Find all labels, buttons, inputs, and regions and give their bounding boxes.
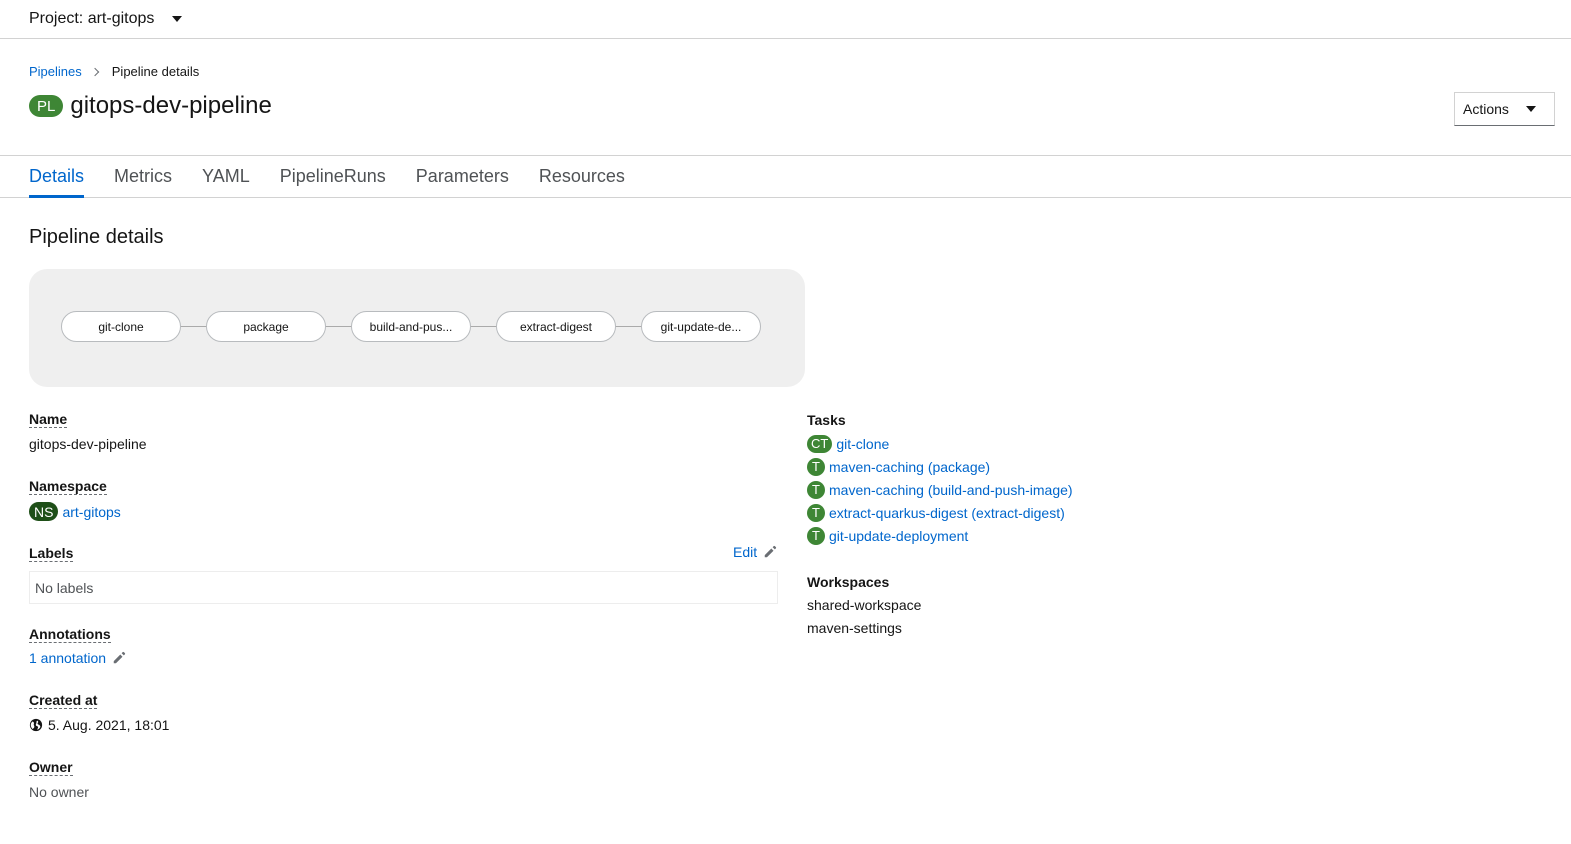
tasks-list: CT git-clone T maven-caching (package) T… [807, 432, 1073, 547]
tab-pipelineruns[interactable]: PipelineRuns [280, 156, 386, 197]
actions-label: Actions [1463, 101, 1509, 117]
graph-node-package[interactable]: package [206, 311, 326, 342]
namespace-value: NS art-gitops [29, 502, 121, 521]
task-badge: T [807, 503, 825, 522]
task-item[interactable]: T maven-caching (build-and-push-image) [807, 478, 1073, 501]
project-label: Project: art-gitops [29, 10, 155, 27]
owner-value: No owner [29, 784, 89, 800]
title-row: PL gitops-dev-pipeline [29, 92, 272, 120]
tab-metrics[interactable]: Metrics [114, 156, 172, 197]
annotations-link: 1 annotation [29, 650, 107, 666]
graph-node-git-update[interactable]: git-update-de... [641, 311, 761, 342]
name-value: gitops-dev-pipeline [29, 436, 147, 452]
task-item[interactable]: T extract-quarkus-digest (extract-digest… [807, 501, 1073, 524]
pipeline-badge: PL [29, 95, 64, 117]
section-title: Pipeline details [29, 226, 164, 248]
tab-parameters[interactable]: Parameters [416, 156, 509, 197]
task-badge: T [807, 480, 825, 499]
breadcrumb: Pipelines Pipeline details [29, 64, 199, 79]
task-badge: T [807, 526, 825, 545]
owner-label: Owner [29, 759, 73, 776]
labels-edit-button[interactable]: Edit [733, 544, 777, 560]
graph-node-extract-digest[interactable]: extract-digest [496, 311, 616, 342]
created-text: 5. Aug. 2021, 18:01 [48, 717, 170, 733]
graph-node-git-clone[interactable]: git-clone [61, 311, 181, 342]
task-item[interactable]: T maven-caching (package) [807, 455, 1073, 478]
page-title: gitops-dev-pipeline [70, 92, 272, 119]
task-link: maven-caching (package) [829, 458, 991, 475]
task-link: git-clone [836, 435, 890, 452]
tab-bar: Details Metrics YAML PipelineRuns Parame… [0, 156, 1571, 198]
project-selector[interactable]: Project: art-gitops [29, 10, 183, 28]
pencil-icon [113, 651, 126, 664]
workspace-item: shared-workspace [807, 597, 922, 613]
labels-label: Labels [29, 545, 74, 562]
namespace-badge: NS [29, 502, 59, 521]
name-label: Name [29, 411, 68, 428]
labels-empty-text: No labels [35, 579, 94, 596]
task-item[interactable]: CT git-clone [807, 432, 1073, 455]
task-link: maven-caching (build-and-push-image) [829, 481, 1073, 498]
workspaces-label: Workspaces [807, 574, 890, 590]
task-link: git-update-deployment [829, 527, 969, 544]
created-label: Created at [29, 692, 98, 709]
annotations-edit-button[interactable]: 1 annotation [29, 650, 126, 666]
chevron-right-icon [90, 67, 100, 76]
labels-box: No labels [29, 571, 778, 604]
page-header: Pipelines Pipeline details PL gitops-dev… [0, 39, 1571, 156]
tab-yaml[interactable]: YAML [202, 156, 250, 197]
created-value: 5. Aug. 2021, 18:01 [29, 717, 169, 733]
labels-edit-label: Edit [733, 544, 758, 560]
actions-dropdown[interactable]: Actions [1454, 92, 1555, 126]
namespace-link[interactable]: art-gitops [62, 504, 120, 520]
namespace-label: Namespace [29, 478, 107, 495]
clustertask-badge: CT [807, 434, 833, 453]
tab-details[interactable]: Details [29, 156, 85, 198]
caret-down-icon [172, 16, 183, 22]
task-item[interactable]: T git-update-deployment [807, 524, 1073, 547]
globe-icon [29, 718, 43, 732]
pencil-icon [764, 545, 777, 558]
caret-down-icon [1526, 106, 1536, 112]
task-link: extract-quarkus-digest (extract-digest) [829, 504, 1065, 521]
breadcrumb-pipelines-link[interactable]: Pipelines [29, 64, 82, 79]
breadcrumb-current: Pipeline details [111, 64, 200, 79]
project-bar: Project: art-gitops [0, 0, 1571, 39]
pipeline-graph: git-clone package build-and-pus... extra… [29, 269, 805, 387]
graph-node-build-and-push[interactable]: build-and-pus... [351, 311, 471, 342]
workspace-item: maven-settings [807, 620, 902, 636]
tasks-label: Tasks [807, 412, 846, 428]
annotations-label: Annotations [29, 626, 111, 643]
tab-resources[interactable]: Resources [539, 156, 625, 197]
task-badge: T [807, 457, 825, 476]
